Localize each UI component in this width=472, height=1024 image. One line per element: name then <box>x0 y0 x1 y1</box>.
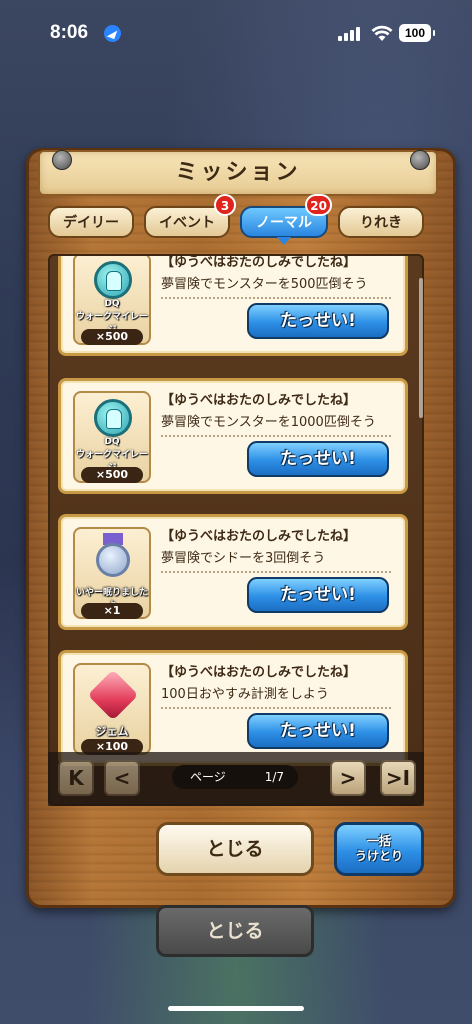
location-arrow-icon <box>104 25 121 42</box>
first-page-icon: K <box>68 766 84 790</box>
gem-icon <box>87 669 139 721</box>
pin-left-icon <box>52 150 72 170</box>
mission-list[interactable]: DQウォークマイレージ ×500 【ゆうべはおたのしみでしたね】 夢冒険でモンス… <box>48 254 424 806</box>
dialog-title: ミッション <box>175 160 301 185</box>
mission-card: DQウォークマイレージ ×500 【ゆうべはおたのしみでしたね】 夢冒険でモンス… <box>58 378 408 494</box>
collect-all-label-line1: 一括 <box>366 834 391 848</box>
divider <box>161 707 391 709</box>
page-indicator: ページ 1/7 <box>172 765 298 789</box>
reward-label: ジェム <box>95 725 129 738</box>
tab-daily[interactable]: デイリー <box>48 206 134 238</box>
list-scrollbar[interactable] <box>419 278 423 418</box>
tab-daily-label: デイリー <box>63 215 119 231</box>
mission-card: ジェム ×100 【ゆうべはおたのしみでしたね】 100日おやすみ計測をしよう … <box>58 650 408 766</box>
medal-icon <box>96 543 130 577</box>
reward-thumbnail: いやー眠りましたよ ×1 <box>73 527 151 619</box>
mission-category: 【ゆうべはおたのしみでしたね】 <box>161 665 357 680</box>
cellular-signal-icon <box>338 27 362 41</box>
mission-description: 100日おやすみ計測をしよう <box>161 687 329 702</box>
background-close-button: とじる <box>156 905 314 957</box>
mission-description: 夢冒険でモンスターを500匹倒そう <box>161 277 368 292</box>
tab-event-label: イベント <box>159 215 215 231</box>
walk-mileage-icon <box>94 261 132 299</box>
walk-mileage-icon <box>94 399 132 437</box>
page-number: 1/7 <box>264 770 284 784</box>
last-page-icon: >I <box>385 766 411 790</box>
pin-right-icon <box>410 150 430 170</box>
tab-normal-label: ノーマル <box>256 215 312 231</box>
reward-thumbnail: DQウォークマイレージ ×500 <box>73 391 151 483</box>
tab-event[interactable]: イベント 3 <box>144 194 236 238</box>
prev-page-button[interactable]: < <box>104 760 140 796</box>
achieve-button[interactable]: たっせい! <box>247 713 389 749</box>
mission-category: 【ゆうべはおたのしみでしたね】 <box>161 529 357 544</box>
reward-quantity: ×500 <box>81 329 143 345</box>
dialog-title-banner: ミッション <box>38 150 438 196</box>
mission-description: 夢冒険でモンスターを1000匹倒そう <box>161 415 376 430</box>
achieve-button[interactable]: たっせい! <box>247 577 389 613</box>
last-page-button[interactable]: >I <box>380 760 416 796</box>
divider <box>161 297 391 299</box>
close-button-label: とじる <box>206 838 264 860</box>
collect-all-label-line2: うけとり <box>354 849 403 863</box>
divider <box>161 435 391 437</box>
close-button[interactable]: とじる <box>156 822 314 876</box>
collect-all-button[interactable]: 一括 うけとり <box>334 822 424 876</box>
wifi-icon <box>371 25 393 41</box>
mission-description: 夢冒険でシドーを3回倒そう <box>161 551 326 566</box>
divider <box>161 571 391 573</box>
mission-card: いやー眠りましたよ ×1 【ゆうべはおたのしみでしたね】 夢冒険でシドーを3回倒… <box>58 514 408 630</box>
achieve-button[interactable]: たっせい! <box>247 303 389 339</box>
first-page-button[interactable]: K <box>58 760 94 796</box>
background-close-label: とじる <box>206 920 264 942</box>
reward-thumbnail: DQウォークマイレージ ×500 <box>73 256 151 345</box>
tab-event-badge: 3 <box>214 194 236 216</box>
page-label: ページ <box>190 770 226 784</box>
tab-history-label: りれき <box>360 215 402 231</box>
mission-category: 【ゆうべはおたのしみでしたね】 <box>161 393 357 408</box>
reward-quantity: ×500 <box>81 467 143 483</box>
tab-history[interactable]: りれき <box>338 206 424 238</box>
reward-quantity: ×1 <box>81 603 143 619</box>
chevron-right-icon: > <box>339 766 357 790</box>
chevron-left-icon: < <box>113 766 131 790</box>
achieve-button[interactable]: たっせい! <box>247 441 389 477</box>
next-page-button[interactable]: > <box>330 760 366 796</box>
status-time: 8:06 <box>50 22 89 43</box>
status-bar: 8:06 100 <box>0 0 472 64</box>
mission-card: DQウォークマイレージ ×500 【ゆうべはおたのしみでしたね】 夢冒険でモンス… <box>58 255 408 356</box>
reward-thumbnail: ジェム ×100 <box>73 663 151 755</box>
battery-icon: 100 <box>399 24 435 42</box>
mission-category: 【ゆうべはおたのしみでしたね】 <box>161 255 357 270</box>
tab-normal[interactable]: ノーマル 20 <box>240 194 332 245</box>
tab-normal-badge: 20 <box>305 194 332 216</box>
home-indicator[interactable] <box>168 1006 304 1011</box>
